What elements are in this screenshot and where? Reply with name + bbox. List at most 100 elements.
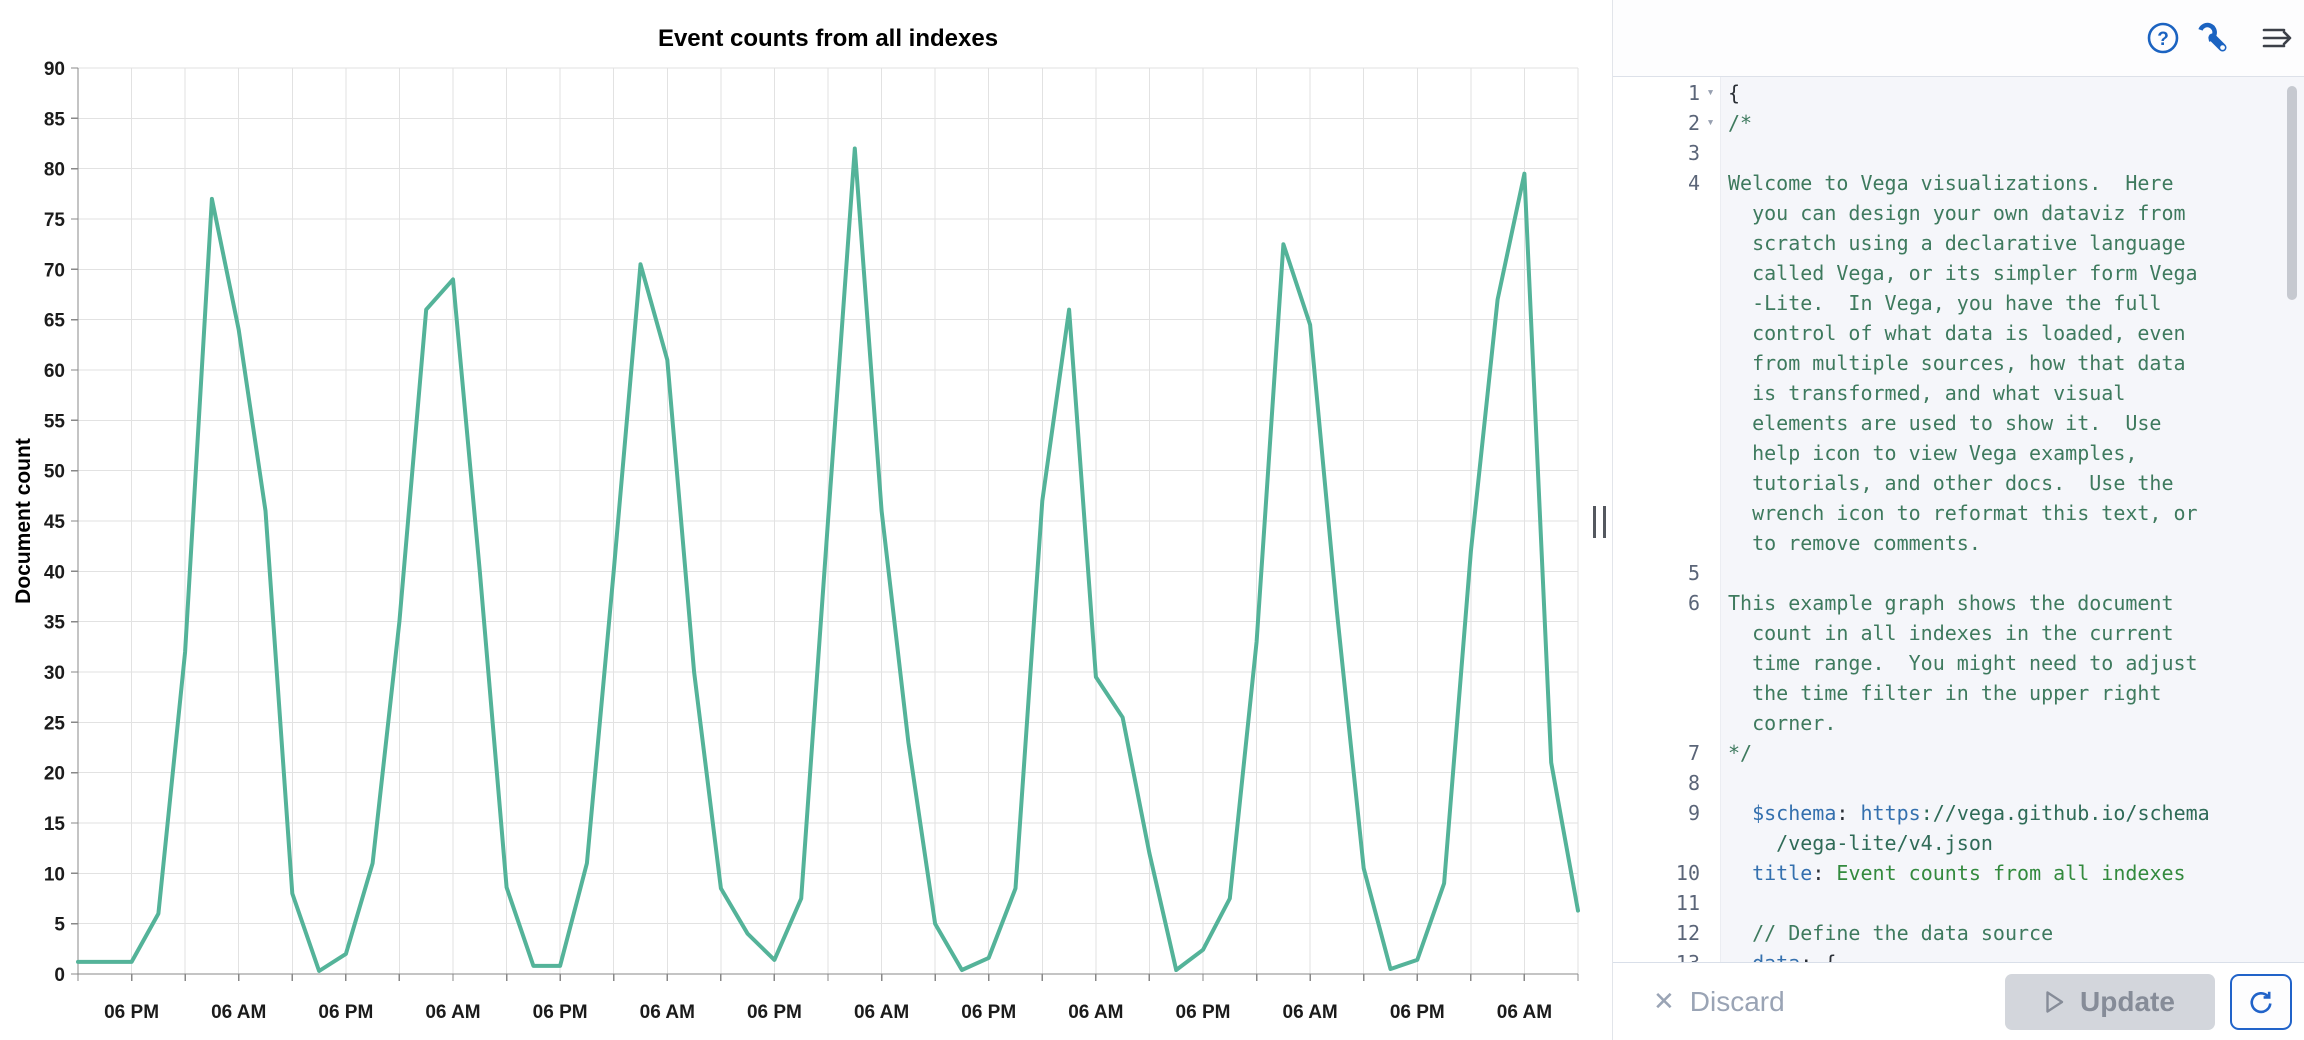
code-text: count in all indexes in the current xyxy=(1721,618,2174,648)
chart-title: Event counts from all indexes xyxy=(658,25,998,52)
svg-text:06 PM: 06 PM xyxy=(318,1002,373,1023)
code-text: -Lite. In Vega, you have the full xyxy=(1721,288,2161,318)
code-text: elements are used to show it. Use xyxy=(1721,408,2161,438)
svg-text:70: 70 xyxy=(44,260,65,281)
code-text: $schema: https://vega.github.io/schema xyxy=(1721,798,2210,828)
editor-row: 12 // Define the data source xyxy=(1613,918,2304,948)
refresh-icon xyxy=(2246,987,2276,1017)
svg-text:65: 65 xyxy=(44,311,66,332)
line-number: 4 xyxy=(1613,168,1700,198)
editor-row: 1▾{ xyxy=(1613,78,2304,108)
svg-text:60: 60 xyxy=(44,361,65,382)
code-text: control of what data is loaded, even xyxy=(1721,318,2186,348)
code-text: tutorials, and other docs. Use the xyxy=(1721,468,2174,498)
svg-text:06 AM: 06 AM xyxy=(211,1002,266,1023)
code-text: // Define the data source xyxy=(1721,918,2053,948)
editor-row: /vega-lite/v4.json xyxy=(1613,828,2304,858)
help-button[interactable]: ? xyxy=(2144,20,2182,58)
editor-rows: 1▾{2▾/*34Welcome to Vega visualizations.… xyxy=(1613,78,2304,962)
line-number: 9 xyxy=(1613,798,1700,828)
editor-row: 4 Welcome to Vega visualizations. Here xyxy=(1613,168,2304,198)
editor-scrollbar-thumb[interactable] xyxy=(2287,86,2297,300)
editor-row: 3 xyxy=(1613,138,2304,168)
svg-text:5: 5 xyxy=(54,915,65,936)
line-number: 1 xyxy=(1613,78,1700,108)
svg-text:25: 25 xyxy=(44,713,66,734)
svg-text:15: 15 xyxy=(44,814,66,835)
x-axis-tick-labels: 06 PM 06 AM 06 PM 06 AM 06 PM 06 AM 06 PM 06 AM… xyxy=(104,1002,1552,1023)
wrench-icon xyxy=(2195,20,2231,56)
editor-row: tutorials, and other docs. Use the xyxy=(1613,468,2304,498)
editor-row: 11 xyxy=(1613,888,2304,918)
editor-row: 13 data: { xyxy=(1613,948,2304,962)
code-text: /* xyxy=(1721,108,1752,138)
code-text: is transformed, and what visual xyxy=(1721,378,2125,408)
svg-text:75: 75 xyxy=(44,210,66,231)
editor-row: called Vega, or its simpler form Vega xyxy=(1613,258,2304,288)
code-text: This example graph shows the document xyxy=(1721,588,2174,618)
menu-right-icon xyxy=(2258,21,2296,55)
svg-text:06 PM: 06 PM xyxy=(747,1002,802,1023)
update-label: Update xyxy=(2080,986,2175,1018)
svg-text:50: 50 xyxy=(44,462,65,483)
svg-text:90: 90 xyxy=(44,59,65,80)
code-editor[interactable]: 1▾{2▾/*34Welcome to Vega visualizations.… xyxy=(1613,77,2304,962)
svg-text:06 PM: 06 PM xyxy=(104,1002,159,1023)
editor-footer: ✕ Discard Update xyxy=(1613,962,2304,1040)
code-text: Welcome to Vega visualizations. Here xyxy=(1721,168,2174,198)
svg-text:06 PM: 06 PM xyxy=(1176,1002,1231,1023)
close-icon: ✕ xyxy=(1653,986,1675,1017)
editor-row: 8 xyxy=(1613,768,2304,798)
svg-text:06 AM: 06 AM xyxy=(854,1002,909,1023)
editor-row: help icon to view Vega examples, xyxy=(1613,438,2304,468)
editor-row: from multiple sources, how that data xyxy=(1613,348,2304,378)
line-number: 2 xyxy=(1613,108,1700,138)
code-text: wrench icon to reformat this text, or xyxy=(1721,498,2198,528)
svg-text:45: 45 xyxy=(44,512,66,533)
code-text: */ xyxy=(1721,738,1752,768)
svg-text:06 AM: 06 AM xyxy=(1283,1002,1338,1023)
svg-text:55: 55 xyxy=(44,411,66,432)
editor-row: the time filter in the upper right xyxy=(1613,678,2304,708)
svg-text:06 AM: 06 AM xyxy=(1497,1002,1552,1023)
editor-toolbar: ? xyxy=(1613,0,2304,77)
code-text: /vega-lite/v4.json xyxy=(1721,828,1993,858)
play-icon xyxy=(2045,990,2065,1014)
fold-toggle-icon[interactable]: ▾ xyxy=(1700,108,1721,138)
reformat-button[interactable] xyxy=(2194,20,2232,58)
code-text: title: Event counts from all indexes xyxy=(1721,858,2186,888)
discard-label: Discard xyxy=(1690,986,1785,1018)
line-number: 5 xyxy=(1613,558,1700,588)
line-number: 13 xyxy=(1613,948,1700,962)
svg-text:20: 20 xyxy=(44,764,65,785)
line-number: 3 xyxy=(1613,138,1700,168)
editor-row: 6 This example graph shows the document xyxy=(1613,588,2304,618)
editor-row: elements are used to show it. Use xyxy=(1613,408,2304,438)
svg-text:06 PM: 06 PM xyxy=(1390,1002,1445,1023)
line-number: 6 xyxy=(1613,588,1700,618)
code-text: you can design your own dataviz from xyxy=(1721,198,2186,228)
menu-right-button[interactable] xyxy=(2258,20,2296,58)
code-text: to remove comments. xyxy=(1721,528,1981,558)
discard-button[interactable]: ✕ Discard xyxy=(1647,963,1791,1040)
update-button[interactable]: Update xyxy=(2005,974,2215,1030)
pane-resize-handle[interactable] xyxy=(1593,506,1606,538)
code-text: corner. xyxy=(1721,708,1836,738)
y-axis-tick-labels: 051015202530354045505560657075808590 xyxy=(44,59,66,986)
svg-text:06 AM: 06 AM xyxy=(1068,1002,1123,1023)
chart-pane: 05101520253035404550556065707580859006 P… xyxy=(0,0,1613,1040)
svg-text:06 PM: 06 PM xyxy=(961,1002,1016,1023)
fold-toggle-icon[interactable]: ▾ xyxy=(1700,78,1721,108)
editor-row: 2▾/* xyxy=(1613,108,2304,138)
line-number: 12 xyxy=(1613,918,1700,948)
editor-row: 10 title: Event counts from all indexes xyxy=(1613,858,2304,888)
svg-text:10: 10 xyxy=(44,864,65,885)
line-number: 8 xyxy=(1613,768,1700,798)
editor-row: 7*/ xyxy=(1613,738,2304,768)
refresh-button[interactable] xyxy=(2230,974,2292,1030)
editor-row: you can design your own dataviz from xyxy=(1613,198,2304,228)
code-text: { xyxy=(1721,78,1740,108)
editor-row: corner. xyxy=(1613,708,2304,738)
y-axis-title: Document count xyxy=(12,438,35,604)
editor-row: wrench icon to reformat this text, or xyxy=(1613,498,2304,528)
